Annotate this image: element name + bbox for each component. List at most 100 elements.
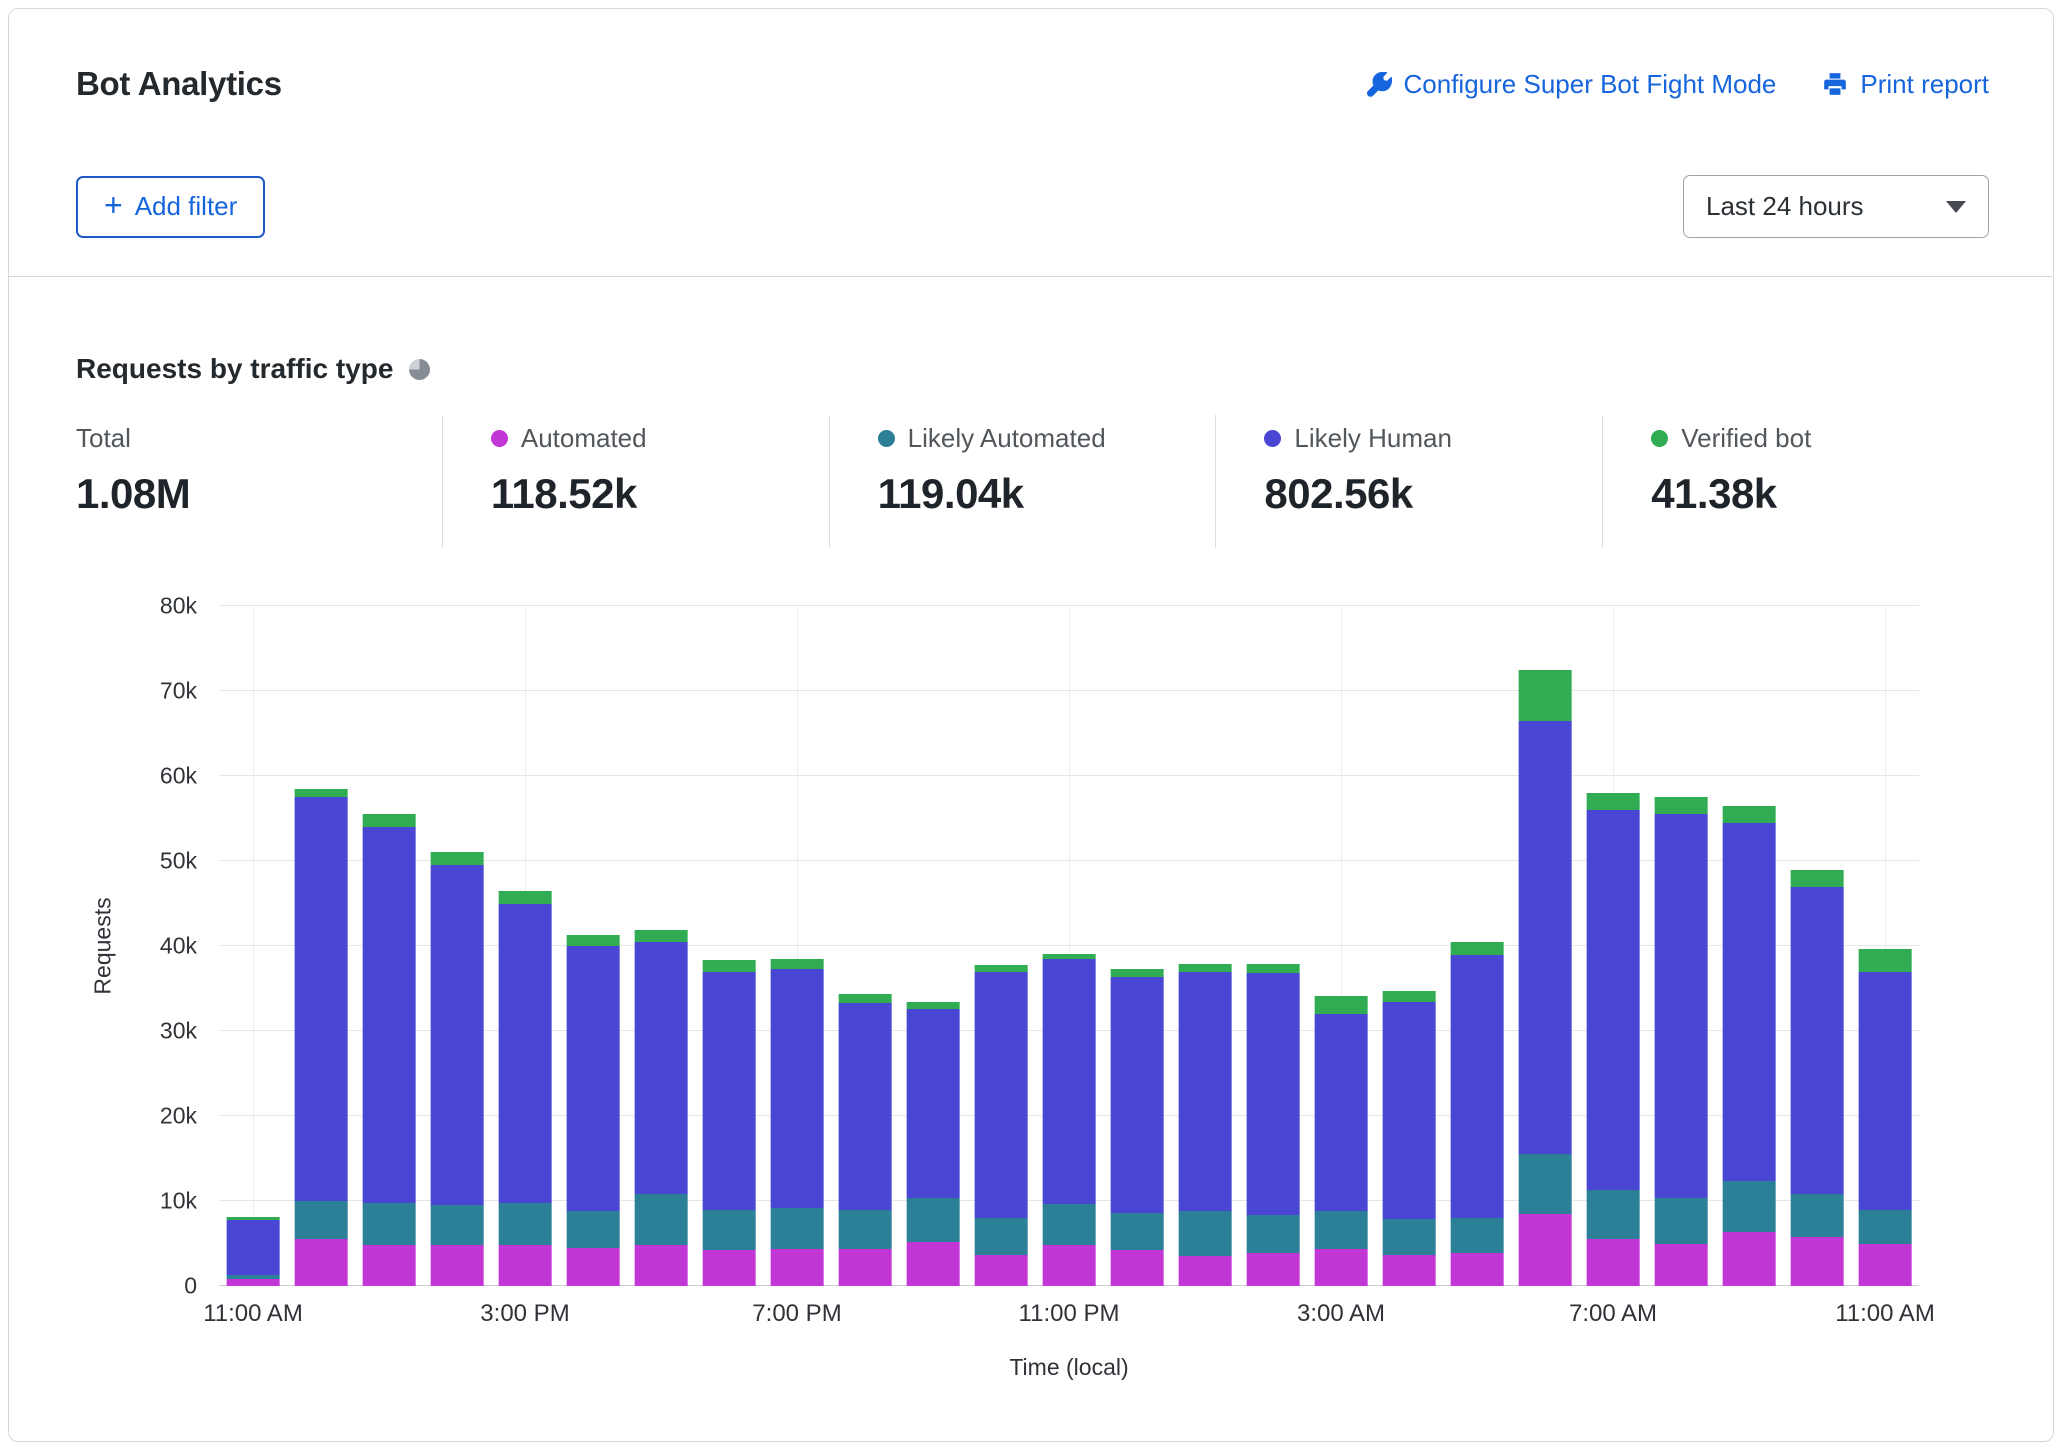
bar-segment-likely-human [363,827,416,1203]
bar-stack [499,606,552,1286]
bar-stack [907,606,960,1286]
page-title: Bot Analytics [76,65,282,103]
stat-automated[interactable]: Automated 118.52k [442,415,829,548]
bar-segment-automated [1179,1256,1232,1286]
add-filter-button[interactable]: + Add filter [76,176,265,238]
stat-value: 118.52k [491,470,829,518]
bar-segment-verified-bot [567,935,620,946]
section-title: Requests by traffic type [76,353,393,385]
add-filter-label: Add filter [135,191,238,222]
bar-segment-likely-automated [1383,1219,1436,1255]
stat-label: Likely Automated [878,423,1216,454]
bar-segment-likely-human [1859,972,1912,1211]
header: Bot Analytics Configure Super Bot Fight … [9,9,2053,103]
bar-segment-likely-human [1519,721,1572,1155]
bar-segment-likely-automated [431,1205,484,1245]
bar-segment-verified-bot [907,1002,960,1009]
bar-segment-likely-human [1655,814,1708,1197]
y-axis-tick-label: 40k [160,933,197,960]
bar-stack [839,606,892,1286]
legend-dot [878,430,895,447]
configure-super-bot-fight-mode-link[interactable]: Configure Super Bot Fight Mode [1367,69,1777,100]
bar-stack [1859,606,1912,1286]
bar-segment-automated [1111,1250,1164,1286]
bar-segment-automated [1315,1249,1368,1286]
bar-segment-verified-bot [975,965,1028,972]
y-axis-ticks: 010k20k30k40k50k60k70k80k [76,606,197,1286]
printer-icon [1822,71,1848,97]
bar-segment-likely-automated [907,1198,960,1242]
bar-segment-automated [1791,1237,1844,1286]
bar-stack [1179,606,1232,1286]
bar-segment-likely-automated [1043,1204,1096,1245]
bar-segment-verified-bot [635,930,688,942]
bar-segment-verified-bot [839,994,892,1003]
bar-segment-likely-human [1247,973,1300,1214]
stats-row: Total1.08MAutomated118.52kLikely Automat… [9,415,2053,548]
requests-chart: Requests 010k20k30k40k50k60k70k80k 11:00… [76,606,1989,1406]
bar-segment-likely-human [499,904,552,1203]
bar-segment-likely-human [1451,955,1504,1219]
y-axis-tick-label: 50k [160,848,197,875]
stat-likely-automated[interactable]: Likely Automated119.04k [829,415,1216,548]
bar-segment-likely-human [635,942,688,1194]
plot-area [219,606,1919,1286]
stat-label-text: Verified bot [1681,423,1811,454]
bar-stack [1655,606,1708,1286]
stat-verified-bot[interactable]: Verified bot41.38k [1602,415,1989,548]
section-heading: Requests by traffic type [9,353,2053,385]
bar-segment-likely-automated [839,1210,892,1249]
bar-stack [295,606,348,1286]
bar-segment-verified-bot [771,959,824,969]
time-range-select[interactable]: Last 24 hours [1683,175,1989,238]
bar-segment-likely-automated [1587,1190,1640,1239]
stat-label: Automated [491,423,829,454]
bar-stack [635,606,688,1286]
bar-segment-likely-human [567,946,620,1211]
bar-segment-verified-bot [295,789,348,798]
stat-likely-human[interactable]: Likely Human 802.56k [1215,415,1602,548]
bar-segment-automated [431,1245,484,1286]
stat-label: Total [76,423,442,454]
bar-segment-automated [1043,1245,1096,1286]
bar-segment-likely-human [431,865,484,1205]
configure-link-label: Configure Super Bot Fight Mode [1404,69,1777,100]
bar-segment-automated [499,1245,552,1286]
bar-segment-likely-automated [499,1203,552,1246]
bar-stack [1247,606,1300,1286]
filter-row: + Add filter Last 24 hours [9,175,2053,238]
bar-segment-automated [771,1249,824,1286]
bar-segment-likely-automated [1655,1198,1708,1244]
stat-value: 802.56k [1264,470,1602,518]
bar-segment-verified-bot [499,891,552,904]
bar-segment-verified-bot [1315,996,1368,1014]
bar-segment-likely-automated [1519,1154,1572,1214]
bar-segment-verified-bot [1655,797,1708,814]
bar-stack [363,606,416,1286]
bar-segment-automated [1655,1244,1708,1287]
x-axis-tick-label: 3:00 AM [1297,1300,1385,1328]
stat-total: Total 1.08M [76,415,442,548]
bar-segment-likely-automated [1247,1215,1300,1253]
y-axis-tick-label: 0 [184,1273,197,1300]
bar-segment-likely-automated [1791,1194,1844,1237]
bar-segment-likely-automated [771,1208,824,1249]
stat-value: 1.08M [76,470,442,518]
bar-stack [1111,606,1164,1286]
plus-icon: + [104,189,123,221]
bar-stack [227,606,280,1286]
bar-segment-verified-bot [363,814,416,827]
bar-segment-likely-human [1383,1002,1436,1219]
bar-segment-verified-bot [1247,964,1300,973]
bar-segment-likely-human [839,1003,892,1210]
bar-stack [567,606,620,1286]
bar-segment-likely-human [1315,1014,1368,1211]
x-axis-tick-label: 11:00 PM [1019,1300,1120,1328]
time-range-value: Last 24 hours [1706,191,1864,222]
stat-label-text: Likely Human [1294,423,1452,454]
print-report-link[interactable]: Print report [1822,69,1989,100]
bar-segment-automated [635,1245,688,1286]
stat-label-text: Likely Automated [908,423,1106,454]
bar-segment-automated [907,1242,960,1286]
y-axis-tick-label: 60k [160,763,197,790]
